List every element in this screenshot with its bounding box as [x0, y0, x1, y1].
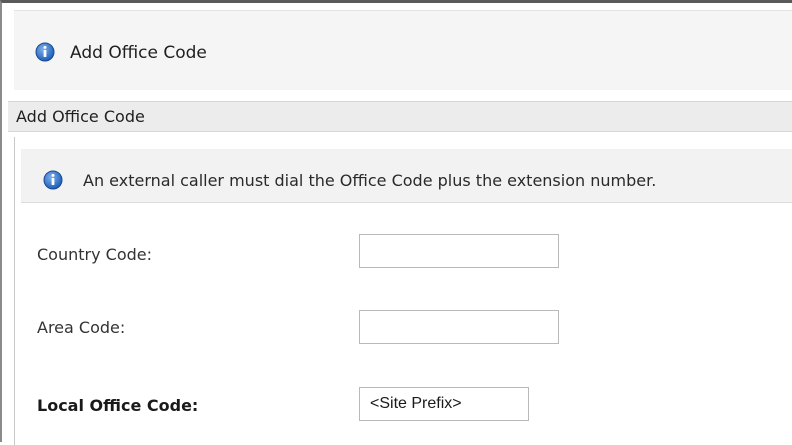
- info-notice: An external caller must dial the Office …: [21, 149, 792, 203]
- dialog-window: Add Office Code Add Office Code An exter…: [0, 0, 792, 445]
- country-code-label: Country Code:: [37, 245, 152, 264]
- form-panel: An external caller must dial the Office …: [14, 137, 792, 445]
- local-office-code-label: Local Office Code:: [37, 396, 199, 415]
- info-icon: [35, 42, 55, 62]
- country-code-input[interactable]: [359, 234, 559, 268]
- title-bar: Add Office Code: [14, 10, 792, 90]
- page-title: Add Office Code: [70, 43, 207, 63]
- notice-text: An external caller must dial the Office …: [83, 171, 657, 190]
- info-icon: [43, 170, 63, 190]
- area-code-input[interactable]: [359, 310, 559, 344]
- section-header: Add Office Code: [8, 101, 792, 132]
- area-code-label: Area Code:: [37, 318, 126, 337]
- local-office-code-input[interactable]: [359, 387, 529, 421]
- section-title: Add Office Code: [16, 107, 145, 126]
